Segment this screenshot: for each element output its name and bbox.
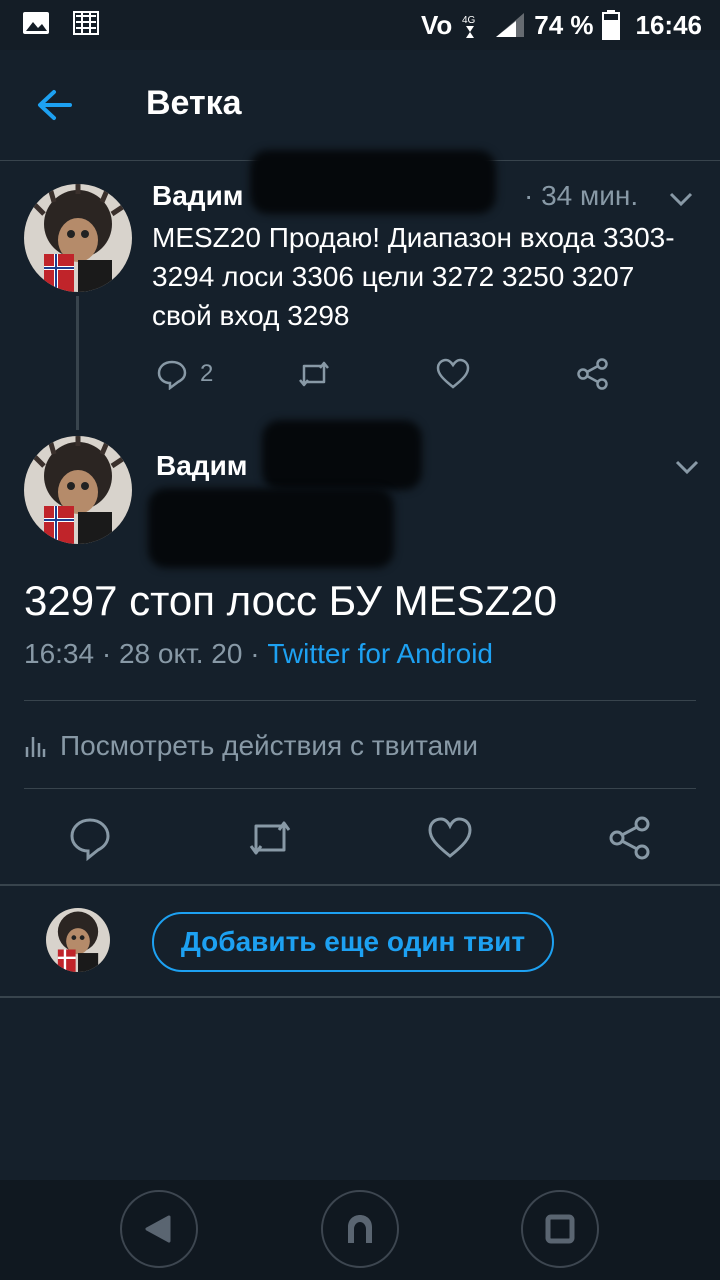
network-label: 4G [462, 15, 476, 26]
divider [24, 788, 696, 789]
tweet-meta: 16:34 · 28 окт. 20 · Twitter for Android [24, 638, 493, 670]
nav-recents-button[interactable] [521, 1190, 599, 1268]
back-button[interactable] [30, 84, 82, 126]
bar-chart-icon [25, 737, 46, 757]
tweet-text: MESZ20 Продаю! Диапазон входа 3303-3294 … [152, 222, 675, 331]
divider [24, 700, 696, 701]
thread-connector-line [76, 296, 79, 430]
battery-percent: 74 % [534, 9, 594, 40]
my-avatar[interactable] [46, 908, 110, 972]
author-avatar[interactable] [24, 436, 132, 544]
share-icon [609, 816, 650, 860]
status-bar: Vo 4G 74 % 16:46 [0, 0, 720, 50]
system-navigation-bar [0, 1180, 720, 1280]
focused-tweet-text: 3297 стоп лосс БУ MESZ20 [24, 577, 557, 624]
share-button[interactable] [602, 810, 658, 866]
author-avatar[interactable] [24, 184, 132, 292]
triangle-back-icon [145, 1215, 171, 1243]
retweet-button[interactable] [296, 352, 332, 396]
chevron-down-icon[interactable] [674, 458, 700, 476]
tweet-activity-link[interactable]: Посмотреть действия с твитами [24, 724, 478, 768]
troll-avatar-image [24, 184, 132, 292]
share-icon [577, 358, 608, 390]
troll-avatar-image [24, 436, 132, 544]
troll-avatar-image [46, 908, 110, 972]
tweet-timestamp: 16:34 · 28 окт. 20 · [24, 638, 268, 669]
tweet-source-link[interactable]: Twitter for Android [267, 638, 493, 669]
retweet-icon [249, 821, 291, 855]
cell-signal-icon [496, 13, 525, 37]
tweet-author-name[interactable]: Вадим [156, 450, 248, 482]
tweet-actions: 2 [152, 352, 632, 396]
redaction-mark [250, 150, 496, 214]
reply-button[interactable] [62, 810, 118, 866]
clock: 16:46 [635, 9, 703, 40]
chevron-down-icon[interactable] [668, 190, 694, 208]
image-notification-icon [23, 12, 49, 34]
page-title: Ветка [146, 84, 242, 122]
speech-bubble-icon [157, 360, 187, 390]
nav-back-button[interactable] [120, 1190, 198, 1268]
add-another-tweet-button[interactable]: Добавить еще один твит [152, 912, 554, 972]
arrow-left-icon [38, 90, 72, 120]
heart-icon [436, 358, 470, 389]
speech-bubble-icon [70, 818, 110, 862]
gallery-notification-icon [73, 11, 99, 35]
nav-home-button[interactable] [321, 1190, 399, 1268]
like-button[interactable] [422, 810, 478, 866]
volte-label: Vo [420, 9, 453, 40]
home-icon [348, 1215, 372, 1243]
reply-count: 2 [200, 360, 214, 387]
top-app-bar: Ветка [0, 50, 720, 161]
tweet-activity-label: Посмотреть действия с твитами [60, 730, 479, 761]
retweet-button[interactable] [242, 810, 298, 866]
share-button[interactable] [576, 352, 610, 396]
retweet-icon [299, 361, 329, 387]
heart-icon [428, 817, 472, 858]
tweet-author-name[interactable]: Вадим [152, 180, 244, 212]
divider [0, 996, 720, 998]
divider [0, 884, 720, 886]
like-button[interactable] [436, 352, 470, 396]
tweet-time[interactable]: · 34 мин. [524, 180, 638, 212]
signal-arrows-icon: 4G [462, 15, 476, 38]
battery-icon [601, 10, 620, 40]
reply-button[interactable]: 2 [156, 352, 213, 396]
focused-tweet-actions [0, 810, 720, 866]
redaction-mark [262, 420, 422, 490]
square-recents-icon [545, 1214, 575, 1244]
redaction-mark [148, 488, 394, 568]
